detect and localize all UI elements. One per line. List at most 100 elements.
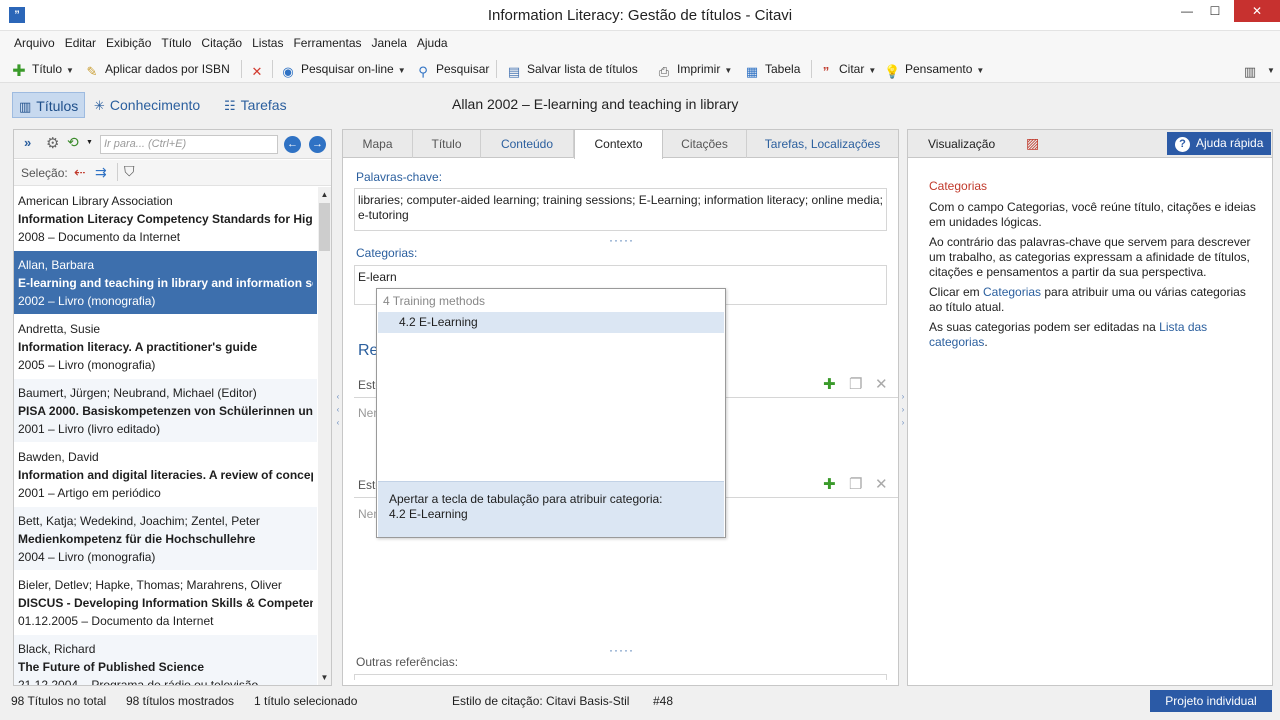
list-item-selected[interactable]: Allan, Barbara E-learning and teaching i… [14, 251, 317, 315]
help-heading: Categorias [929, 179, 988, 193]
mode-knowledge[interactable]: ✳ Conhecimento [88, 92, 206, 118]
gear-icon[interactable]: ⚙ [46, 134, 59, 152]
tab-conteudo[interactable]: Conteúdo [481, 130, 574, 158]
list-item[interactable]: Bett, Katja; Wedekind, Joachim; Zentel, … [14, 507, 317, 571]
delete-button[interactable]: ✕ [249, 59, 270, 79]
categories-link[interactable]: Categorias [983, 285, 1041, 299]
quick-help-button[interactable]: ? Ajuda rápida [1167, 132, 1271, 155]
isbn-button[interactable]: ✎ Aplicar dados por ISBN [84, 59, 230, 79]
suggestion-item[interactable]: 4.2 E-Learning [378, 312, 724, 333]
tab-mapa[interactable]: Mapa [343, 130, 413, 158]
back-arrow-icon[interactable]: ← [284, 136, 301, 153]
scroll-down-icon[interactable]: ▼ [318, 670, 331, 685]
selection-list-icon[interactable]: ⇉ [95, 164, 107, 181]
expand-icon[interactable]: » [24, 135, 31, 150]
resize-grip[interactable]: ····· [609, 233, 634, 247]
status-bar: 98 Títulos no total 98 títulos mostrados… [0, 690, 1280, 720]
scroll-thumb[interactable] [319, 203, 330, 251]
other-refs-label: Outras referências: [356, 655, 459, 669]
list-scrollbar[interactable]: ▲ ▼ [318, 187, 331, 685]
thought-button[interactable]: 💡 Pensamento ▼ [884, 59, 984, 79]
selection-back-icon[interactable]: ⇠ [74, 164, 86, 181]
mode-titles[interactable]: ▥ Títulos [12, 92, 86, 118]
title-bar: ” Information Literacy: Gestão de título… [0, 0, 1280, 31]
add-title-button[interactable]: ✚ Título ▼ [11, 59, 74, 80]
search-icon: ⚲ [418, 64, 428, 79]
menu-arquivo[interactable]: Arquivo [9, 31, 60, 55]
table-button[interactable]: ▦ Tabela [744, 59, 801, 79]
search-input[interactable]: Ir para... (Ctrl+E) [100, 135, 278, 154]
right-splitter-handle[interactable]: › › › [900, 390, 906, 430]
minimize-button[interactable]: — [1172, 0, 1202, 22]
forward-arrow-icon[interactable]: → [309, 136, 326, 153]
mode-tasks[interactable]: ☷ Tarefas [218, 92, 293, 118]
globe-search-icon: ◉ [282, 64, 294, 79]
cite-button[interactable]: ” Citar ▼ [818, 59, 877, 79]
list-item[interactable]: Bawden, David Information and digital li… [14, 443, 317, 507]
menu-citacao[interactable]: Citação [196, 31, 247, 55]
maximize-button[interactable]: ☐ [1200, 0, 1230, 22]
project-type-button[interactable]: Projeto individual [1150, 690, 1272, 712]
help-paragraph: As suas categorias podem ser editadas na… [929, 320, 1208, 349]
pdf-icon[interactable]: ▨ [1026, 135, 1039, 152]
chevron-down-icon[interactable]: ▼ [86, 139, 93, 146]
main-toolbar: ✚ Título ▼ ✎ Aplicar dados por ISBN ✕ ◉ Pesq… [0, 55, 1280, 83]
list-item[interactable]: Andretta, Susie Information literacy. A … [14, 315, 317, 379]
add-icon[interactable]: ✚ [823, 375, 836, 393]
suggestion-group: 4 Training methods [383, 294, 486, 308]
magic-wand-icon: ✎ [86, 64, 98, 79]
knowledge-icon: ✳ [94, 98, 105, 113]
copy-icon[interactable]: ❐ [849, 375, 862, 393]
layout-button[interactable]: ▥ ▼ [1242, 59, 1275, 79]
selection-label: Seleção: [21, 166, 68, 180]
close-button[interactable]: ✕ [1234, 0, 1280, 22]
title-list-toolbar: » ⚙ ⟲ ▼ Ir para... (Ctrl+E) ← → [14, 130, 331, 159]
chevron-down-icon: ▼ [1267, 66, 1275, 75]
other-refs-field[interactable] [354, 674, 887, 680]
category-suggestions: 4 Training methods 4.2 E-Learning Aperta… [376, 288, 726, 538]
title-list-panel: » ⚙ ⟲ ▼ Ir para... (Ctrl+E) ← → Seleção:… [13, 129, 332, 686]
save-list-button[interactable]: ▤ Salvar lista de títulos [506, 59, 638, 79]
scroll-up-icon[interactable]: ▲ [318, 187, 331, 202]
left-splitter-handle[interactable]: ‹ ‹ ‹ [335, 390, 341, 430]
menu-editar[interactable]: Editar [60, 31, 101, 55]
suggestion-hint: Apertar a tecla de tabulação para atribu… [378, 481, 724, 537]
printer-icon: ⎙ [658, 64, 670, 79]
visualization-tab[interactable]: Visualização [928, 137, 995, 151]
list-item[interactable]: Bieler, Detlev; Hapke, Thomas; Marahrens… [14, 571, 317, 635]
tab-citacoes[interactable]: Citações [663, 130, 747, 158]
divider [117, 163, 118, 181]
help-paragraph: Ao contrário das palavras-chave que serv… [929, 235, 1251, 279]
list-item[interactable]: American Library Association Information… [14, 187, 317, 251]
tab-titulo[interactable]: Título [413, 130, 481, 158]
menu-janela[interactable]: Janela [367, 31, 412, 55]
menu-ajuda[interactable]: Ajuda [412, 31, 453, 55]
list-item[interactable]: Black, Richard The Future of Published S… [14, 635, 317, 685]
menu-exibicao[interactable]: Exibição [101, 31, 156, 55]
status-total: 98 Títulos no total [11, 694, 107, 708]
search-button[interactable]: ⚲ Pesquisar [415, 59, 489, 79]
layout-icon: ▥ [1243, 64, 1257, 79]
print-button[interactable]: ⎙ Imprimir ▼ [656, 59, 732, 79]
save-list-icon: ▤ [507, 64, 521, 79]
status-selected: 1 título selecionado [254, 694, 358, 708]
menu-titulo[interactable]: Título [156, 31, 196, 55]
chevron-down-icon: ▼ [397, 66, 406, 75]
copy-icon[interactable]: ❐ [849, 475, 862, 493]
menu-listas[interactable]: Listas [247, 31, 288, 55]
keywords-field[interactable]: libraries; computer-aided learning; trai… [354, 188, 887, 231]
table-icon: ▦ [745, 64, 759, 79]
tab-tarefas-localizacoes[interactable]: Tarefas, Localizações [747, 130, 898, 158]
resize-grip[interactable]: ····· [609, 643, 634, 657]
menu-ferramentas[interactable]: Ferramentas [288, 31, 366, 55]
history-icon[interactable]: ⟲ [67, 134, 79, 151]
add-icon[interactable]: ✚ [823, 475, 836, 493]
filter-icon[interactable]: ⛉ [124, 163, 135, 180]
remove-icon[interactable]: ✕ [875, 375, 888, 393]
tab-contexto[interactable]: Contexto [574, 130, 663, 159]
status-citation-style: Estilo de citação: Citavi Basis-Stil [452, 694, 630, 708]
search-online-button[interactable]: ◉ Pesquisar on-line ▼ [280, 59, 406, 79]
remove-icon[interactable]: ✕ [875, 475, 888, 493]
list-item[interactable]: Baumert, Jürgen; Neubrand, Michael (Edit… [14, 379, 317, 443]
chevron-down-icon: ▼ [868, 66, 877, 75]
